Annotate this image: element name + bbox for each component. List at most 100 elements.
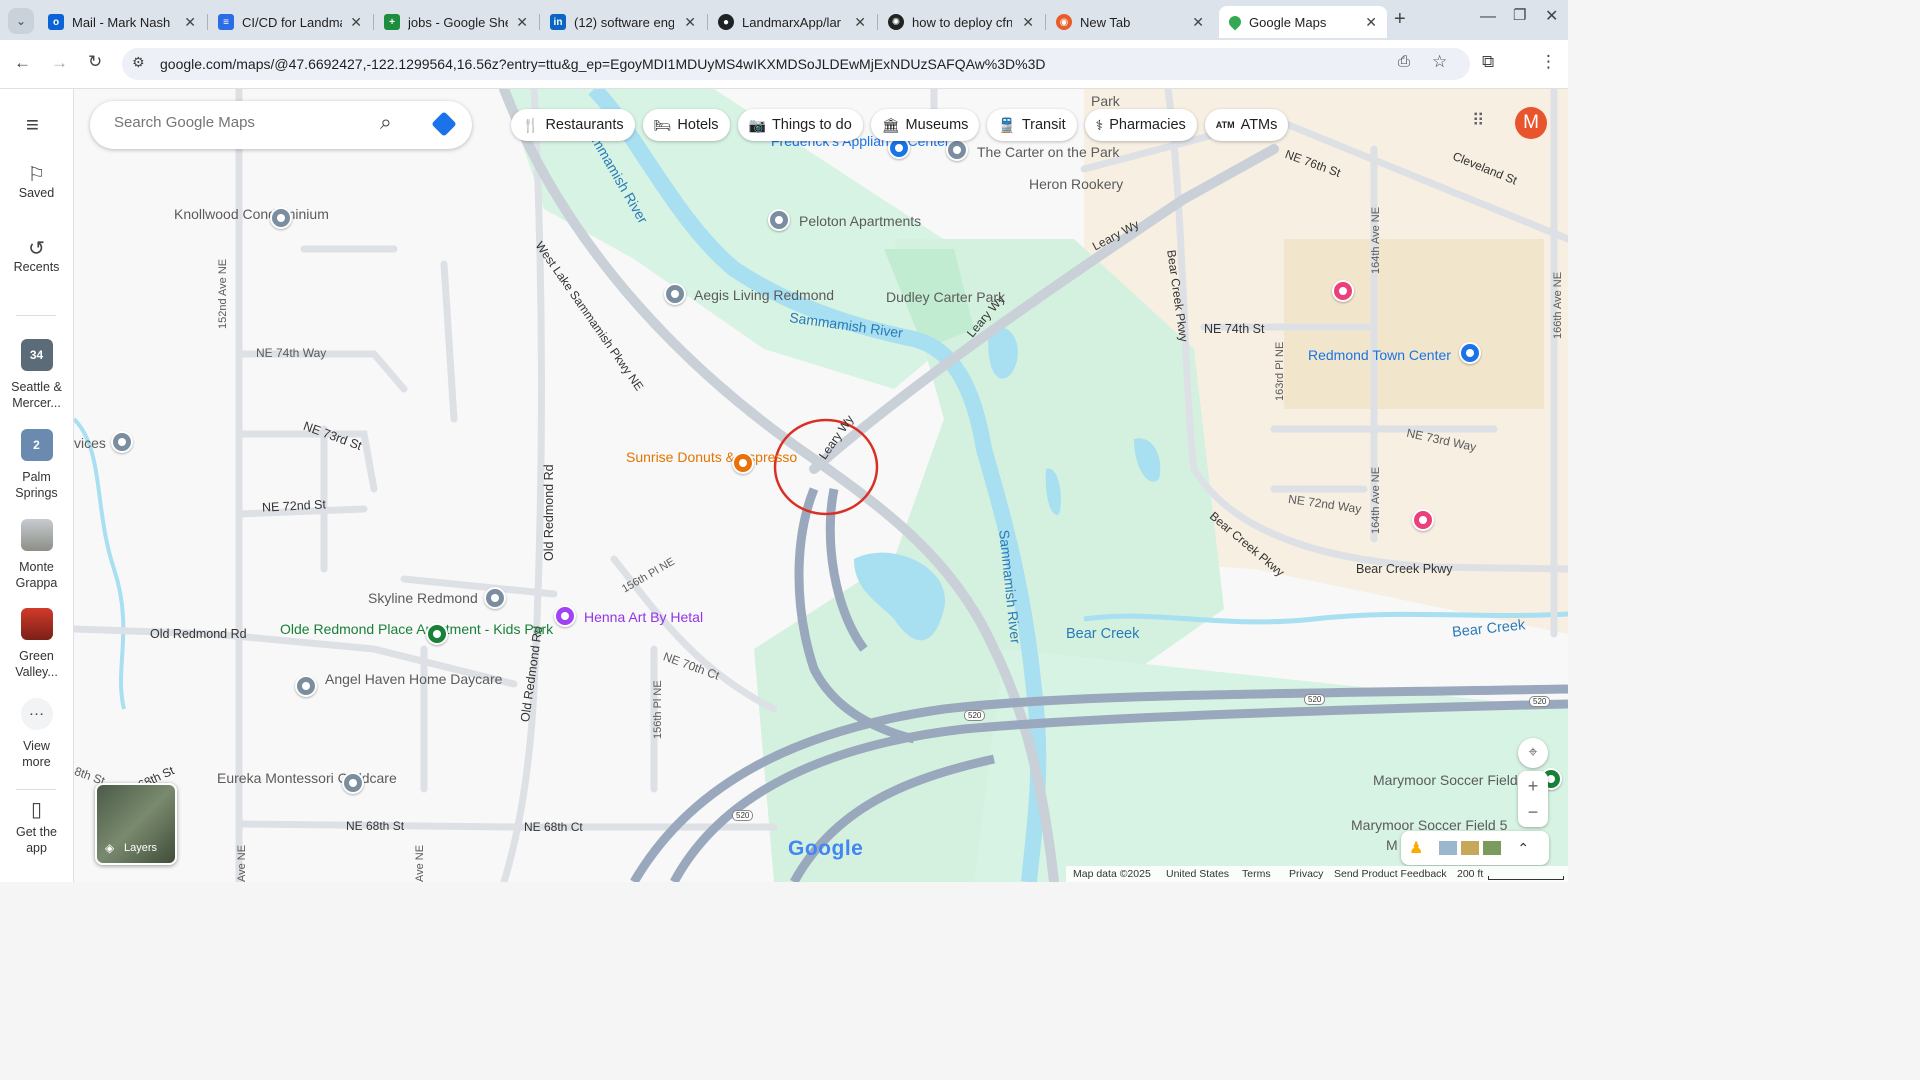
forward-arrow-icon[interactable]: → bbox=[51, 53, 68, 73]
shop-pin-icon[interactable] bbox=[1459, 342, 1481, 364]
site-info-icon[interactable]: ⚙ bbox=[132, 54, 145, 71]
place-label[interactable]: Eureka Montessori Childcare bbox=[217, 771, 397, 785]
tab-github[interactable]: ● LandmarxApp/lar ✕ bbox=[708, 6, 876, 38]
expand-chevron-icon[interactable]: ⌃ bbox=[1517, 840, 1529, 857]
tab-chatgpt[interactable]: ✺ how to deploy cfn ✕ bbox=[878, 6, 1044, 38]
privacy-link[interactable]: Privacy bbox=[1289, 868, 1323, 880]
sidebar-item-palm-springs[interactable]: 2 Palm Springs bbox=[0, 429, 73, 501]
place-pin-icon[interactable] bbox=[664, 283, 686, 305]
back-arrow-icon[interactable]: ← bbox=[14, 53, 31, 73]
place-label[interactable]: Knollwood Condominium bbox=[174, 207, 329, 221]
hotel-pin-icon[interactable] bbox=[1412, 509, 1434, 531]
place-label[interactable]: Peloton Apartments bbox=[799, 214, 921, 228]
hamburger-menu-icon[interactable]: ≡ bbox=[26, 114, 48, 136]
sidebar-item-seattle[interactable]: 34 Seattle & Mercer... bbox=[0, 339, 73, 411]
place-label[interactable]: Sunrise Donuts & Espresso bbox=[626, 450, 797, 464]
tab-jobs-sheet[interactable]: + jobs - Google She ✕ bbox=[374, 6, 538, 38]
directions-icon[interactable] bbox=[431, 111, 457, 137]
terms-link[interactable]: Terms bbox=[1242, 868, 1271, 880]
pegman-icon[interactable]: ♟ bbox=[1409, 838, 1423, 858]
feedback-link[interactable]: Send Product Feedback bbox=[1334, 868, 1447, 880]
chip-transit[interactable]: 🚆 Transit bbox=[987, 109, 1077, 141]
chip-atms[interactable]: ATM ATMs bbox=[1204, 109, 1289, 141]
layers-button[interactable]: ◈ Layers bbox=[95, 783, 177, 865]
extensions-icon[interactable]: ⧉ bbox=[1482, 52, 1494, 72]
address-bar[interactable]: ⚙ google.com/maps/@47.6692427,-122.12995… bbox=[122, 48, 1470, 80]
new-tab-button[interactable]: + bbox=[1394, 8, 1406, 31]
place-label[interactable]: vices bbox=[74, 436, 106, 450]
install-app-icon[interactable]: ⎙ bbox=[1398, 53, 1410, 70]
close-tab-icon[interactable]: ✕ bbox=[1192, 14, 1204, 31]
place-label[interactable]: Heron Rookery bbox=[1029, 177, 1123, 191]
hotel-pin-icon[interactable] bbox=[1332, 280, 1354, 302]
sidebar-item-recents[interactable]: ↺ Recents bbox=[0, 239, 73, 275]
park-pin-icon[interactable] bbox=[426, 623, 448, 645]
place-label[interactable]: Marymoor Soccer Field 5 bbox=[1351, 818, 1507, 832]
search-input[interactable] bbox=[112, 113, 376, 132]
sidebar-item-monte-grappa[interactable]: Monte Grappa bbox=[0, 519, 73, 591]
tab-linkedin[interactable]: in (12) software eng ✕ bbox=[540, 6, 706, 38]
street-view-thumbnail[interactable] bbox=[1439, 841, 1458, 855]
avatar[interactable]: M bbox=[1515, 107, 1547, 139]
restaurant-pin-icon[interactable] bbox=[732, 452, 754, 474]
place-label[interactable]: Dudley Carter Park bbox=[886, 290, 1005, 304]
zoom-out-button[interactable]: − bbox=[1528, 799, 1539, 825]
tab-google-maps[interactable]: Google Maps ✕ bbox=[1219, 6, 1387, 38]
place-pin-icon[interactable] bbox=[342, 772, 364, 794]
map-canvas[interactable]: 152nd Ave NE NE 74th Way NE 73rd St NE 7… bbox=[74, 89, 1568, 882]
tab-new-tab[interactable]: ◉ New Tab ✕ bbox=[1046, 6, 1214, 38]
place-label[interactable]: Skyline Redmond bbox=[368, 591, 478, 605]
google-apps-icon[interactable]: ⠿ bbox=[1472, 111, 1492, 131]
url-text[interactable]: google.com/maps/@47.6692427,-122.1299564… bbox=[160, 56, 1046, 72]
place-pin-icon[interactable] bbox=[768, 209, 790, 231]
minimize-window-icon[interactable]: — bbox=[1480, 8, 1496, 26]
place-label[interactable]: Park bbox=[1091, 94, 1120, 108]
chip-pharmacies[interactable]: ⚕ Pharmacies bbox=[1084, 109, 1197, 141]
scale-bar[interactable]: 200 ft bbox=[1457, 868, 1483, 880]
place-label[interactable]: M bbox=[1386, 838, 1398, 852]
street-view-thumbnail[interactable] bbox=[1483, 841, 1502, 855]
place-label[interactable]: Henna Art By Hetal bbox=[584, 610, 703, 624]
place-label[interactable]: Aegis Living Redmond bbox=[694, 288, 834, 302]
region-link[interactable]: United States bbox=[1166, 868, 1229, 880]
place-pin-icon[interactable] bbox=[484, 587, 506, 609]
bookmark-star-icon[interactable]: ☆ bbox=[1432, 52, 1447, 72]
search-box: ⌕ bbox=[90, 101, 472, 149]
close-tab-icon[interactable]: ✕ bbox=[1365, 14, 1377, 31]
reload-icon[interactable]: ↻ bbox=[88, 52, 102, 72]
restore-window-icon[interactable]: ❐ bbox=[1513, 6, 1526, 24]
search-icon[interactable]: ⌕ bbox=[380, 111, 392, 135]
close-tab-icon[interactable]: ✕ bbox=[184, 14, 196, 31]
browser-menu-icon[interactable]: ⋮ bbox=[1540, 52, 1557, 72]
place-pin-icon[interactable] bbox=[270, 207, 292, 229]
chip-restaurants[interactable]: 🍴 Restaurants bbox=[511, 109, 635, 141]
chip-hotels[interactable]: 🛏 Hotels bbox=[642, 109, 730, 141]
place-label[interactable]: The Carter on the Park bbox=[977, 145, 1119, 159]
place-pin-icon[interactable] bbox=[946, 139, 968, 161]
close-tab-icon[interactable]: ✕ bbox=[684, 14, 696, 31]
place-pin-icon[interactable] bbox=[111, 431, 133, 453]
sidebar-item-saved[interactable]: ⚐ Saved bbox=[0, 165, 73, 201]
place-pin-icon[interactable] bbox=[295, 675, 317, 697]
chip-things-to-do[interactable]: 📷 Things to do bbox=[737, 109, 863, 141]
close-tab-icon[interactable]: ✕ bbox=[350, 14, 362, 31]
close-tab-icon[interactable]: ✕ bbox=[854, 14, 866, 31]
close-tab-icon[interactable]: ✕ bbox=[1022, 14, 1034, 31]
close-window-icon[interactable]: ✕ bbox=[1545, 6, 1558, 26]
place-label[interactable]: Redmond Town Center bbox=[1308, 348, 1451, 362]
sidebar-item-get-app[interactable]: ▯ Get the app bbox=[0, 800, 73, 856]
service-pin-icon[interactable] bbox=[554, 605, 576, 627]
my-location-button[interactable]: ⌖ bbox=[1518, 738, 1548, 768]
tab-cicd-doc[interactable]: ≡ CI/CD for Landma ✕ bbox=[208, 6, 372, 38]
street-view-thumbnail[interactable] bbox=[1461, 841, 1480, 855]
zoom-in-button[interactable]: + bbox=[1528, 773, 1539, 799]
tab-mail[interactable]: o Mail - Mark Nash ✕ bbox=[38, 6, 206, 38]
close-tab-icon[interactable]: ✕ bbox=[516, 14, 528, 31]
chip-museums[interactable]: 🏛 Museums bbox=[870, 109, 980, 141]
place-label[interactable]: Angel Haven Home Daycare bbox=[325, 672, 502, 686]
sidebar-item-view-more[interactable]: … View more bbox=[0, 698, 73, 770]
tab-search-icon[interactable]: ⌄ bbox=[8, 8, 34, 34]
place-label[interactable]: Olde Redmond Place Apartment - Kids Park bbox=[280, 622, 553, 636]
sidebar-item-green-valley[interactable]: Green Valley... bbox=[0, 608, 73, 680]
place-label[interactable]: Marymoor Soccer Field bbox=[1373, 773, 1518, 787]
